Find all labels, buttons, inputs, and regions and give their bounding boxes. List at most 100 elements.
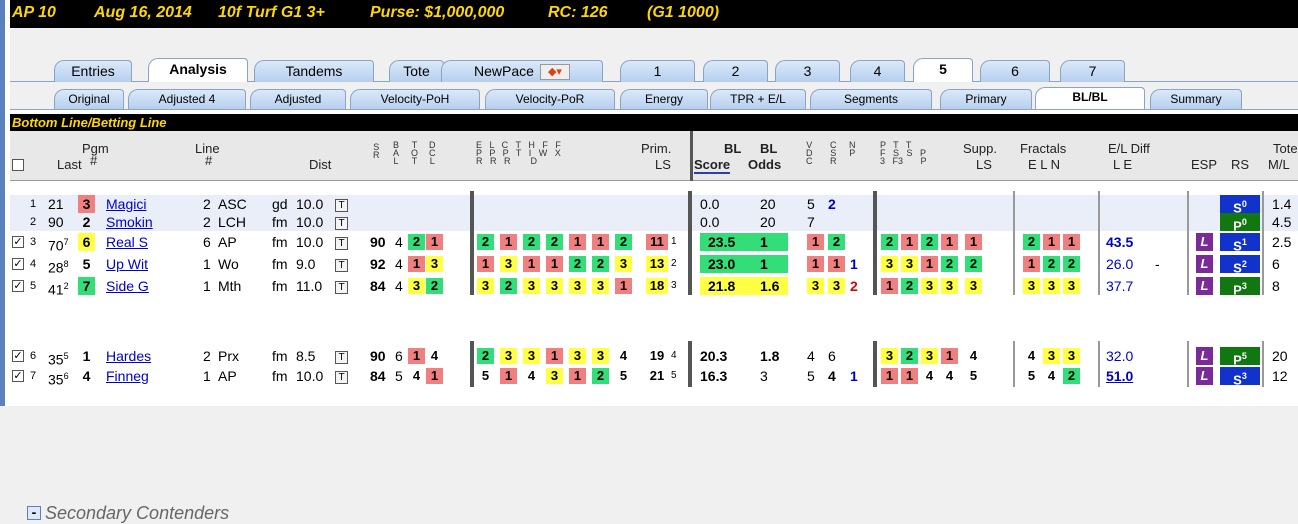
rc-label: RC: 126 — [548, 4, 608, 21]
table-row[interactable]: 1 21 3 Magici 2 ASC gd 10.0 T 0.0 20 5 2 S0 1.4 — [10, 195, 1298, 215]
rs-letter: P — [1233, 282, 1242, 298]
surface-condition: fm — [272, 368, 288, 384]
horse-name-link[interactable]: Real S — [106, 233, 148, 251]
subtab-label: Energy — [644, 92, 684, 106]
bl-odds: 20 — [760, 214, 776, 230]
horse-name-link[interactable]: Magici — [106, 195, 146, 213]
running-style-badge: S1 — [1220, 233, 1260, 253]
bl-score: 0.0 — [700, 214, 720, 230]
row-checkbox[interactable]: ✓ — [12, 258, 24, 270]
tab-1[interactable]: 1 — [620, 60, 695, 82]
tab-3[interactable]: 3 — [775, 60, 840, 82]
subtab-adjusted[interactable]: Adjusted — [250, 89, 346, 109]
subtab-original[interactable]: Original — [54, 89, 124, 109]
factor-cell: 1 — [546, 348, 563, 364]
prim-ls: 18 — [646, 278, 668, 294]
dcl-value: 1 — [426, 368, 443, 384]
table-row[interactable]: ✓ 3 707 6 Real S 6 AP fm 10.0 T 90 4 2 1 2 1 2 2 1 1 2 11 1 23.… — [10, 233, 1298, 254]
fractal-cell: 1 — [1063, 234, 1080, 250]
row-checkbox[interactable]: ✓ — [12, 236, 24, 248]
table-row[interactable]: ✓ 4 288 5 Up Wit 1 Wo fm 9.0 T 92 4 1 3 1 3 1 1 2 2 3 13 2 23.0… — [10, 255, 1298, 276]
tab-tandems[interactable]: Tandems — [254, 60, 374, 82]
select-all-checkbox[interactable] — [12, 159, 24, 171]
tab-entries[interactable]: Entries — [54, 60, 132, 82]
pft-cell: 1 — [881, 278, 898, 294]
subtab-velocity-poh[interactable]: Velocity-PoH — [350, 89, 480, 109]
tab-label: NewPace — [474, 63, 534, 79]
surface-condition: fm — [272, 234, 288, 250]
el-diff-e: - — [1155, 256, 1160, 272]
table-row[interactable]: 2 90 2 Smokin 2 LCH fm 10.0 T 0.0 20 7 P0 4.5 — [10, 213, 1298, 233]
subtab-label: Segments — [843, 92, 899, 106]
row-checkbox[interactable]: ✓ — [12, 350, 24, 362]
grade-label: (G1 1000) — [647, 4, 720, 21]
subtab-velocity-por[interactable]: Velocity-PoR — [485, 89, 615, 109]
row-checkbox[interactable]: ✓ — [12, 280, 24, 292]
bl-odds: 3 — [760, 368, 768, 384]
horse-name-link[interactable]: Up Wit — [106, 255, 148, 273]
prim-rank: 4 — [671, 350, 677, 361]
turf-indicator: T — [335, 350, 348, 364]
esp-badge: L — [1196, 277, 1213, 295]
horse-name-link[interactable]: Side G — [106, 277, 149, 295]
fractal-cell: 3 — [1043, 278, 1060, 294]
table-row[interactable]: ✓ 6 355 1 Hardes 2 Prx fm 8.5 T 90 6 1 4 2 3 3 1 3 3 4 19 4 20.… — [10, 347, 1298, 368]
track-code: ASC — [218, 196, 247, 212]
rs-letter: P — [1233, 352, 1242, 368]
hdr-csr: C S R — [830, 140, 837, 166]
csr-value: 4 — [828, 368, 836, 384]
factor-cell: 2 — [615, 234, 632, 250]
csr-value: 3 — [828, 278, 845, 294]
subtab-label: TPR + E/L — [730, 92, 786, 106]
el-diff-l: 26.0 — [1106, 256, 1134, 272]
program-number: 6 — [78, 233, 95, 251]
prim-ls: 13 — [646, 256, 668, 272]
subtab-tpr-e-l[interactable]: TPR + E/L — [710, 89, 806, 109]
tab-7[interactable]: 7 — [1060, 60, 1125, 82]
subtab-label: Velocity-PoH — [380, 92, 450, 106]
factor-cell: 2 — [592, 256, 609, 272]
pft-cell: 3 — [901, 256, 918, 272]
subtab-segments[interactable]: Segments — [810, 89, 932, 109]
subtab-bl-bl[interactable]: BL/BL — [1035, 87, 1145, 109]
table-row[interactable]: ✓ 7 356 4 Finneg 1 AP fm 10.0 T 84 5 4 1 5 1 4 3 1 2 5 21 5 16.… — [10, 367, 1298, 388]
subtab-primary[interactable]: Primary — [940, 89, 1032, 109]
tab-4[interactable]: 4 — [850, 60, 905, 82]
fractal-cell: 2 — [1023, 234, 1040, 250]
subtab-summary[interactable]: Summary — [1150, 89, 1242, 109]
collapse-secondary-button[interactable]: - — [27, 505, 41, 520]
tot-value: 4 — [412, 368, 421, 383]
last-sup: 2 — [63, 281, 69, 291]
rs-letter: S — [1233, 260, 1242, 276]
horse-name-link[interactable]: Finneg — [106, 367, 149, 385]
vdc-value: 5 — [807, 368, 815, 384]
subtab-label: Original — [68, 92, 110, 106]
tab-tote[interactable]: Tote — [389, 60, 444, 82]
tab-6[interactable]: 6 — [980, 60, 1050, 82]
rs-number: 3 — [1241, 371, 1247, 381]
track-code: Prx — [218, 348, 239, 364]
tab-5[interactable]: 5 — [913, 58, 973, 82]
tab-2[interactable]: 2 — [703, 60, 768, 82]
subtab-adjusted-4[interactable]: Adjusted 4 — [128, 89, 246, 109]
speed-rating: 90 — [370, 348, 386, 364]
fractal-cell: 3 — [1043, 348, 1060, 364]
rs-number: 0 — [1241, 199, 1247, 209]
bl-odds: 1 — [760, 256, 768, 272]
horse-name-link[interactable]: Hardes — [106, 347, 151, 365]
running-style-badge: P3 — [1220, 277, 1260, 298]
hdr-bl-score[interactable]: Score — [694, 157, 731, 174]
tab-newpace[interactable]: NewPace ◆▾ — [441, 60, 603, 82]
hdr-bl-odds[interactable]: Odds — [748, 157, 781, 172]
tot-value: 3 — [408, 278, 425, 294]
newpace-icon[interactable]: ◆▾ — [539, 64, 570, 81]
horse-name-link[interactable]: Smokin — [106, 213, 153, 231]
fractal-cell: 3 — [1063, 348, 1080, 364]
surface-condition: gd — [272, 196, 288, 212]
subtab-label: Velocity-PoR — [515, 92, 585, 106]
vdc-value: 5 — [807, 196, 815, 212]
table-row[interactable]: ✓ 5 412 7 Side G 1 Mth fm 11.0 T 84 4 3 2 3 2 3 3 3 3 1 18 3 21… — [10, 277, 1298, 298]
subtab-energy[interactable]: Energy — [620, 89, 708, 109]
row-checkbox[interactable]: ✓ — [12, 370, 24, 382]
tab-analysis[interactable]: Analysis — [148, 58, 248, 82]
